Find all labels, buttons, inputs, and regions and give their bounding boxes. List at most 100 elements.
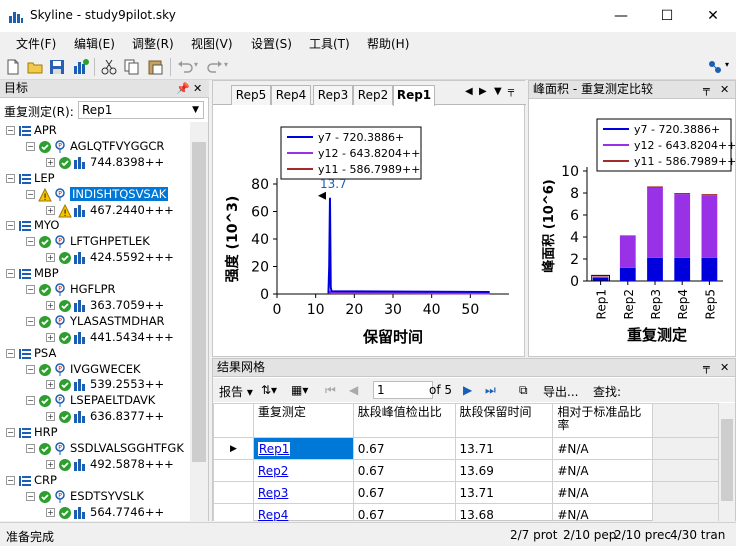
collapse-icon[interactable]: − [6,475,15,485]
collapse-icon[interactable]: − [6,428,15,438]
collapse-icon[interactable]: − [6,221,15,231]
table-cell[interactable]: 13.71 [454,437,554,460]
tab-rep5[interactable]: Rep5 [231,85,271,105]
protein-node[interactable]: − LEP [0,171,190,187]
table-cell[interactable]: 0.67 [352,459,456,482]
table-cell[interactable]: #N/A [552,503,654,521]
scrollbar-thumb[interactable] [192,142,206,462]
import-icon[interactable] [72,58,90,76]
peptide-node[interactable]: − P AGLQTFVYGGCR [0,139,190,155]
replicate-link[interactable]: Rep1 [252,437,354,460]
menu-file[interactable]: 文件(F) [16,35,56,52]
table-cell[interactable]: #N/A [552,459,654,482]
peptide-settings-icon[interactable] [706,58,724,76]
replicate-link[interactable]: Rep3 [252,481,354,504]
table-row[interactable]: Rep4 0.67 13.68 #N/A [213,503,719,521]
collapse-icon[interactable]: − [26,316,35,326]
column-replicate[interactable]: 重复测定 [252,403,354,438]
table-cell[interactable]: 13.69 [454,459,554,482]
peptide-node[interactable]: − P ESDTSYVSLK [0,489,190,505]
new-file-icon[interactable] [4,58,22,76]
protein-node[interactable]: − APR [0,123,190,139]
collapse-icon[interactable]: − [6,348,15,358]
tab-rep1[interactable]: Rep1 [393,85,435,106]
table-cell[interactable]: #N/A [552,481,654,504]
replicate-link-text[interactable]: Rep1 [257,441,291,456]
minimize-button[interactable]: — [598,0,644,32]
targets-scrollbar[interactable] [190,122,208,521]
tab-rep3[interactable]: Rep3 [313,85,353,105]
collapse-icon[interactable]: − [26,444,35,453]
precursor-node[interactable]: +564.7746++ [0,505,190,521]
collapse-icon[interactable]: − [26,491,35,501]
export-button[interactable]: 导出... [543,383,578,400]
collapse-icon[interactable]: − [26,237,35,247]
redo-icon[interactable] [206,58,224,76]
column-retention-time[interactable]: 肽段保留时间 [454,403,554,438]
open-folder-icon[interactable] [26,58,44,76]
undo-icon[interactable] [176,58,194,76]
table-cell[interactable]: 13.71 [454,481,554,504]
peptide-node[interactable]: −! P INDISHTQSVSAK [0,186,190,203]
expand-icon[interactable]: + [46,300,55,310]
row-header[interactable] [213,503,254,521]
peak-area-chart[interactable]: y7 - 720.3886+ y12 - 643.8204++ y11 - 586.… [529,100,735,356]
expand-icon[interactable]: + [46,507,55,517]
row-header[interactable] [213,459,254,482]
tab-next-icon[interactable]: ▶ [479,86,487,97]
table-cell[interactable]: #N/A [552,437,654,460]
collapse-icon[interactable]: − [26,189,35,199]
menu-help[interactable]: 帮助(H) [367,35,409,52]
menu-settings[interactable]: 设置(S) [251,35,292,52]
first-page-icon[interactable]: ⏮ [325,383,336,398]
tab-list-icon[interactable]: ▼ [494,86,502,97]
replicate-link[interactable]: Rep2 [252,459,354,482]
paste-icon[interactable] [146,58,164,76]
close-button[interactable]: ✕ [690,0,736,32]
expand-icon[interactable]: + [46,380,55,390]
next-page-icon[interactable]: ▶ [463,383,472,397]
pin-icon[interactable]: ╤ [508,86,514,97]
expand-icon[interactable]: + [46,412,55,422]
results-scrollbar[interactable] [719,403,735,521]
protein-node[interactable]: − MYO [0,218,190,234]
replicate-link[interactable]: Rep4 [252,503,354,521]
menu-refine[interactable]: 调整(R) [132,35,174,52]
table-row[interactable]: ▶ Rep1 0.67 13.71 #N/A [213,437,719,460]
peptide-node[interactable]: − P LSEPAELTDAVK [0,393,190,409]
precursor-node[interactable]: +441.5434+++ [0,330,190,346]
peptide-node[interactable]: − P IVGGWECEK [0,362,190,378]
collapse-icon[interactable]: − [6,126,15,135]
pin-icon[interactable]: ╤ [703,359,710,376]
peptide-node[interactable]: − P YLASASTMDHAR [0,314,190,330]
close-panel-icon[interactable]: ✕ [193,80,202,97]
collapse-icon[interactable]: − [6,269,15,279]
precursor-node[interactable]: +! 467.2440+++ [0,203,190,219]
page-number-input[interactable]: 1 [373,381,433,399]
table-row[interactable]: Rep3 0.67 13.71 #N/A [213,481,719,504]
expand-icon[interactable]: + [46,157,55,167]
protein-node[interactable]: − MBP [0,266,190,282]
tab-rep2[interactable]: Rep2 [353,85,393,105]
precursor-node[interactable]: +492.5878+++ [0,457,190,473]
precursor-node[interactable]: +744.8398++ [0,155,190,171]
row-header[interactable] [213,481,254,504]
chart-icon[interactable]: ▦▾ [291,383,308,397]
column-ratio-to-standard[interactable]: 相对于标准品比率 [552,403,654,438]
protein-node[interactable]: − PSA [0,346,190,362]
copy-icon[interactable] [122,58,140,76]
scrollbar-thumb[interactable] [721,419,733,501]
chromatogram-chart[interactable]: y7 - 720.3886+ y12 - 643.8204++ y11 - 586.… [213,106,524,356]
row-header[interactable]: ▶ [213,437,254,460]
tab-rep4[interactable]: Rep4 [271,85,311,105]
table-cell[interactable]: 0.67 [352,481,456,504]
table-row[interactable]: Rep2 0.67 13.69 #N/A [213,459,719,482]
redo-dropdown-icon[interactable]: ▾ [224,60,228,69]
save-icon[interactable] [48,58,66,76]
pin-icon[interactable]: 📌 [176,80,190,97]
tab-prev-icon[interactable]: ◀ [465,86,473,97]
precursor-node[interactable]: +424.5592+++ [0,250,190,266]
menu-edit[interactable]: 编辑(E) [74,35,115,52]
table-cell[interactable]: 0.67 [352,437,456,460]
close-panel-icon[interactable]: ✕ [720,359,729,376]
